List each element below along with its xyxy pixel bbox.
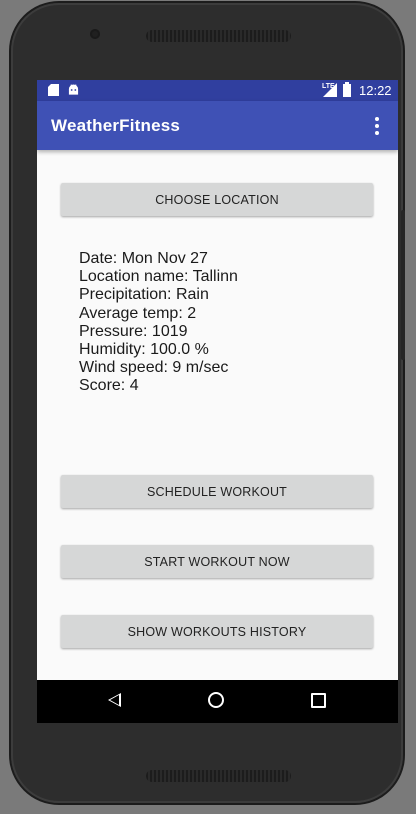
bottom-speaker [146, 770, 291, 782]
pressure-text: Pressure: 1019 [79, 322, 188, 340]
location-text: Location name: Tallinn [79, 268, 238, 286]
weather-info: Date: Mon Nov 27 Location name: Tallinn … [79, 250, 238, 396]
average-temp-text: Average temp: 2 [79, 304, 197, 322]
battery-charging-icon [343, 82, 351, 97]
schedule-workout-button[interactable]: SCHEDULE WORKOUT [61, 475, 373, 508]
show-history-button[interactable]: SHOW WORKOUTS HISTORY [61, 615, 373, 648]
wind-speed-text: Wind speed: 9 m/sec [79, 359, 229, 377]
android-icon [68, 84, 79, 95]
precipitation-text: Precipitation: Rain [79, 286, 209, 304]
choose-location-button[interactable]: CHOOSE LOCATION [61, 183, 373, 216]
earpiece-speaker [146, 30, 291, 42]
phone-frame: LTE 12:22 WeatherFitness CHOOSE LOCATION… [11, 3, 403, 803]
humidity-text: Humidity: 100.0 % [79, 341, 209, 359]
sd-card-icon [48, 84, 59, 96]
clock: 12:22 [359, 83, 392, 98]
app-title: WeatherFitness [51, 116, 181, 135]
back-icon[interactable] [108, 693, 121, 707]
overflow-menu-icon[interactable] [374, 117, 380, 135]
network-type: LTE [322, 83, 335, 90]
start-workout-button[interactable]: START WORKOUT NOW [61, 545, 373, 578]
status-bar: LTE 12:22 [37, 80, 398, 101]
navigation-bar [37, 680, 398, 723]
home-icon[interactable] [208, 692, 224, 708]
screen: LTE 12:22 WeatherFitness CHOOSE LOCATION… [37, 80, 398, 723]
date-text: Date: Mon Nov 27 [79, 250, 208, 267]
front-camera [90, 29, 100, 39]
recents-icon[interactable] [311, 693, 326, 708]
app-bar: WeatherFitness [37, 101, 398, 150]
side-button [401, 210, 405, 360]
score-text: Score: 4 [79, 377, 139, 395]
